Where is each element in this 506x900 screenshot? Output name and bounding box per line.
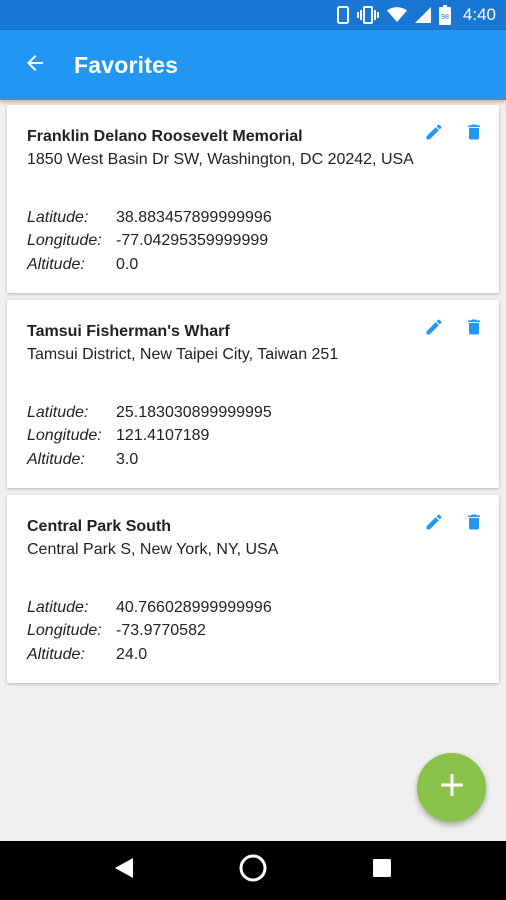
favorite-name: Central Park South	[27, 518, 172, 535]
system-nav-bar	[0, 841, 506, 900]
plus-icon	[439, 772, 465, 803]
edit-button[interactable]	[423, 318, 445, 340]
favorite-card[interactable]: Tamsui Fisherman's Wharf Tamsui District…	[7, 300, 499, 488]
edit-button[interactable]	[423, 123, 445, 145]
favorite-card[interactable]: Franklin Delano Roosevelt Memorial 1850 …	[7, 105, 499, 293]
favorite-address: Central Park S, New York, NY, USA	[27, 541, 279, 558]
clock: 4:40	[462, 5, 496, 24]
pencil-icon	[424, 512, 444, 537]
status-bar: 98 4:40	[0, 0, 506, 30]
svg-text:98: 98	[441, 14, 449, 21]
longitude-value: -73.9770582	[116, 622, 206, 640]
longitude-value: -77.04295359999999	[116, 232, 269, 250]
longitude-label: Longitude:	[27, 427, 102, 445]
nav-home-button[interactable]	[233, 851, 273, 891]
longitude-label: Longitude:	[27, 622, 102, 640]
app-bar: Favorites	[0, 30, 506, 100]
trash-icon	[464, 122, 484, 147]
altitude-label: Altitude:	[27, 645, 85, 663]
back-button[interactable]	[0, 30, 70, 100]
favorite-address: Tamsui District, New Taipei City, Taiwan…	[27, 346, 339, 363]
phone-icon	[336, 6, 349, 24]
nav-back-button[interactable]	[104, 851, 144, 891]
back-triangle-icon	[114, 857, 134, 884]
altitude-label: Altitude:	[27, 255, 85, 273]
favorite-name: Franklin Delano Roosevelt Memorial	[27, 128, 303, 145]
trash-icon	[464, 317, 484, 342]
vibrate-icon	[356, 6, 379, 24]
nav-recents-button[interactable]	[362, 851, 402, 891]
add-favorite-button[interactable]	[417, 753, 486, 822]
coordinates: Latitude: 25.183030899999995 Longitude: 12…	[27, 401, 272, 472]
latitude-value: 38.883457899999996	[116, 208, 272, 226]
latitude-value: 25.183030899999995	[116, 403, 272, 421]
delete-button[interactable]	[463, 513, 485, 535]
coordinates: Latitude: 40.766028999999996 Longitude: -7…	[27, 596, 272, 667]
pencil-icon	[424, 317, 444, 342]
latitude-label: Latitude:	[27, 403, 89, 421]
delete-button[interactable]	[463, 123, 485, 145]
altitude-value: 0.0	[116, 255, 139, 273]
latitude-value: 40.766028999999996	[116, 598, 272, 616]
favorite-name: Tamsui Fisherman's Wharf	[27, 323, 230, 340]
wifi-icon	[386, 7, 407, 23]
altitude-value: 24.0	[116, 645, 148, 663]
latitude-label: Latitude:	[27, 598, 89, 616]
altitude-label: Altitude:	[27, 450, 85, 468]
trash-icon	[464, 512, 484, 537]
arrow-back-icon	[23, 51, 47, 80]
home-circle-icon	[239, 854, 267, 887]
delete-button[interactable]	[463, 318, 485, 340]
signal-icon	[414, 7, 431, 23]
pencil-icon	[424, 122, 444, 147]
longitude-label: Longitude:	[27, 232, 102, 250]
latitude-label: Latitude:	[27, 208, 89, 226]
longitude-value: 121.4107189	[116, 427, 210, 445]
favorites-list: Franklin Delano Roosevelt Memorial 1850 …	[7, 105, 499, 690]
altitude-value: 3.0	[116, 450, 139, 468]
favorite-address: 1850 West Basin Dr SW, Washington, DC 20…	[27, 151, 414, 168]
recents-square-icon	[372, 859, 391, 882]
page-title: Favorites	[74, 51, 179, 78]
edit-button[interactable]	[423, 513, 445, 535]
battery-icon: 98	[438, 5, 451, 25]
favorite-card[interactable]: Central Park South Central Park S, New Y…	[7, 495, 499, 683]
coordinates: Latitude: 38.883457899999996 Longitude: -7…	[27, 206, 272, 277]
